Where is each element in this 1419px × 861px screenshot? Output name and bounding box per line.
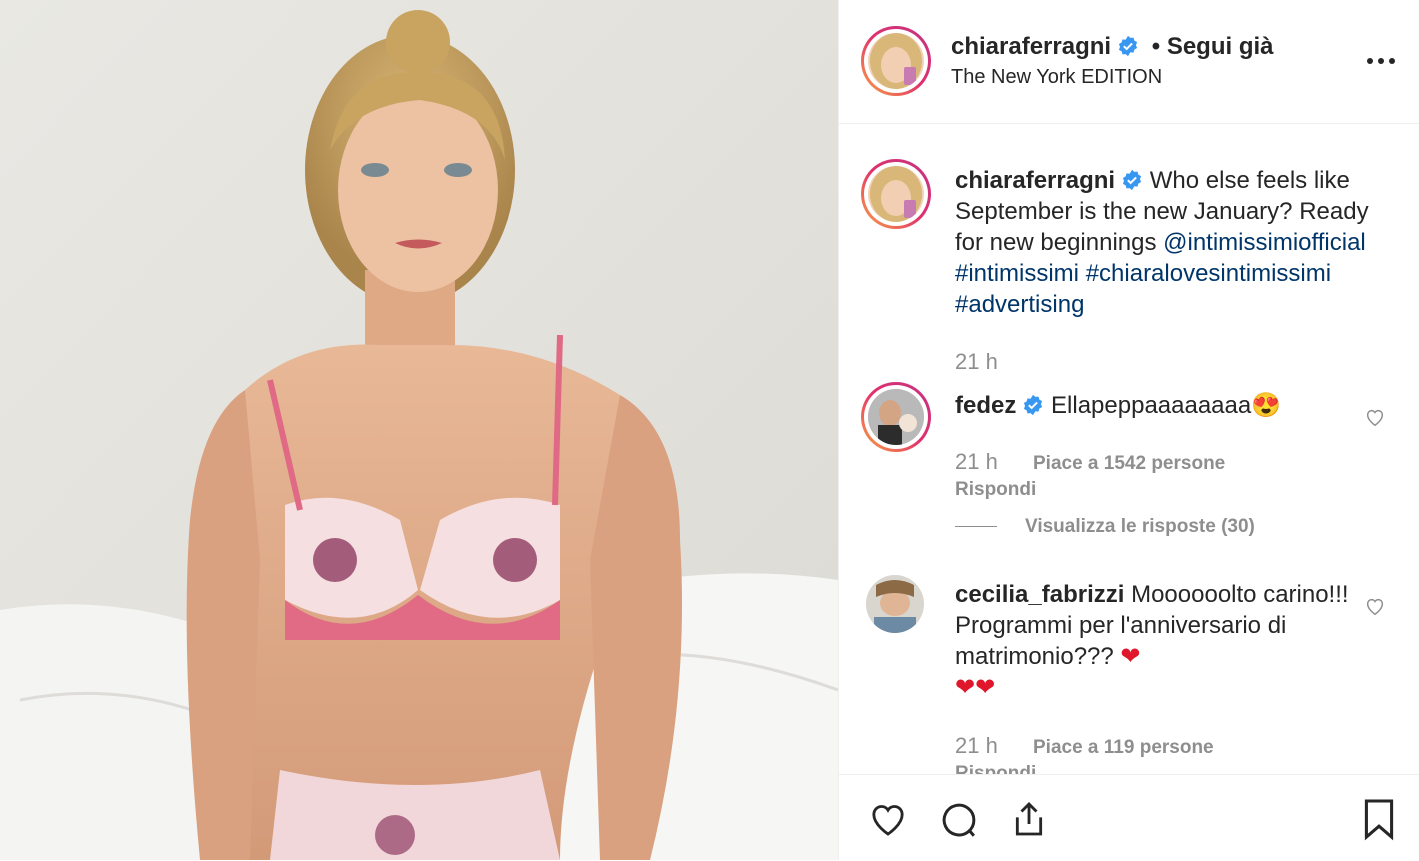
comments-section: chiaraferragni Who else feels like Septe… [839,124,1419,774]
caption-avatar[interactable] [861,159,931,229]
hashtag-link[interactable]: #chiaralovesintimissimi [1086,260,1331,287]
comment-text: Ellapeppaaaaaaaa [1051,392,1252,419]
post-header: chiaraferragni • Segui già The New York … [839,0,1419,124]
share-icon[interactable] [1009,797,1049,841]
commenter-avatar[interactable] [861,382,931,452]
comment-like-heart-icon[interactable] [1364,406,1386,428]
bookmark-icon[interactable] [1361,797,1397,841]
action-bar [839,774,1419,861]
caption-mention[interactable]: @intimissimiofficial [1163,229,1366,256]
verified-badge-icon [1024,394,1043,416]
more-dots-icon[interactable] [1367,58,1397,66]
caption-time[interactable]: 21 h [955,349,998,375]
hashtag-link[interactable]: #advertising [955,291,1084,318]
author-line: chiaraferragni • Segui già [951,33,1274,61]
author-username[interactable]: chiaraferragni [951,33,1111,60]
replies-divider [955,526,997,527]
comment-time[interactable]: 21 h [955,733,998,759]
post-location[interactable]: The New York EDITION [951,66,1162,89]
reply-button[interactable]: Rispondi [955,478,1036,501]
caption-username[interactable]: chiaraferragni [955,167,1115,194]
heart-eyes-emoji: 😍 [1251,392,1282,419]
post-image [0,0,838,860]
hashtag-link[interactable]: #intimissimi [955,260,1079,287]
verified-badge-icon [1123,169,1142,191]
comment-likes[interactable]: Piace a 119 persone [1033,736,1214,759]
verified-badge-icon [1119,35,1138,57]
comment: cecilia_fabrizzi Moooooolto carino!!! Pr… [955,579,1355,703]
commenter-avatar[interactable] [866,575,924,633]
author-avatar[interactable] [861,26,931,96]
comment-icon[interactable] [938,799,980,841]
like-heart-icon[interactable] [867,799,909,839]
post-photo[interactable] [0,0,838,860]
comment-likes[interactable]: Piace a 1542 persone [1033,452,1225,475]
post-side-panel: chiaraferragni • Segui già The New York … [838,0,1419,860]
view-replies-button[interactable]: Visualizza le risposte (30) [1025,515,1255,538]
commenter-username[interactable]: fedez [955,392,1016,419]
comment-time[interactable]: 21 h [955,449,998,475]
reply-button[interactable]: Rispondi [955,762,1036,774]
heart-emoji: ❤❤ [955,674,996,701]
comment: fedez Ellapeppaaaaaaaa😍 [955,390,1387,421]
comment-like-heart-icon[interactable] [1364,595,1386,617]
commenter-username[interactable]: cecilia_fabrizzi [955,581,1124,608]
heart-emoji: ❤ [1120,643,1141,670]
caption: chiaraferragni Who else feels like Septe… [955,165,1387,320]
follow-status[interactable]: • Segui già [1152,33,1274,60]
